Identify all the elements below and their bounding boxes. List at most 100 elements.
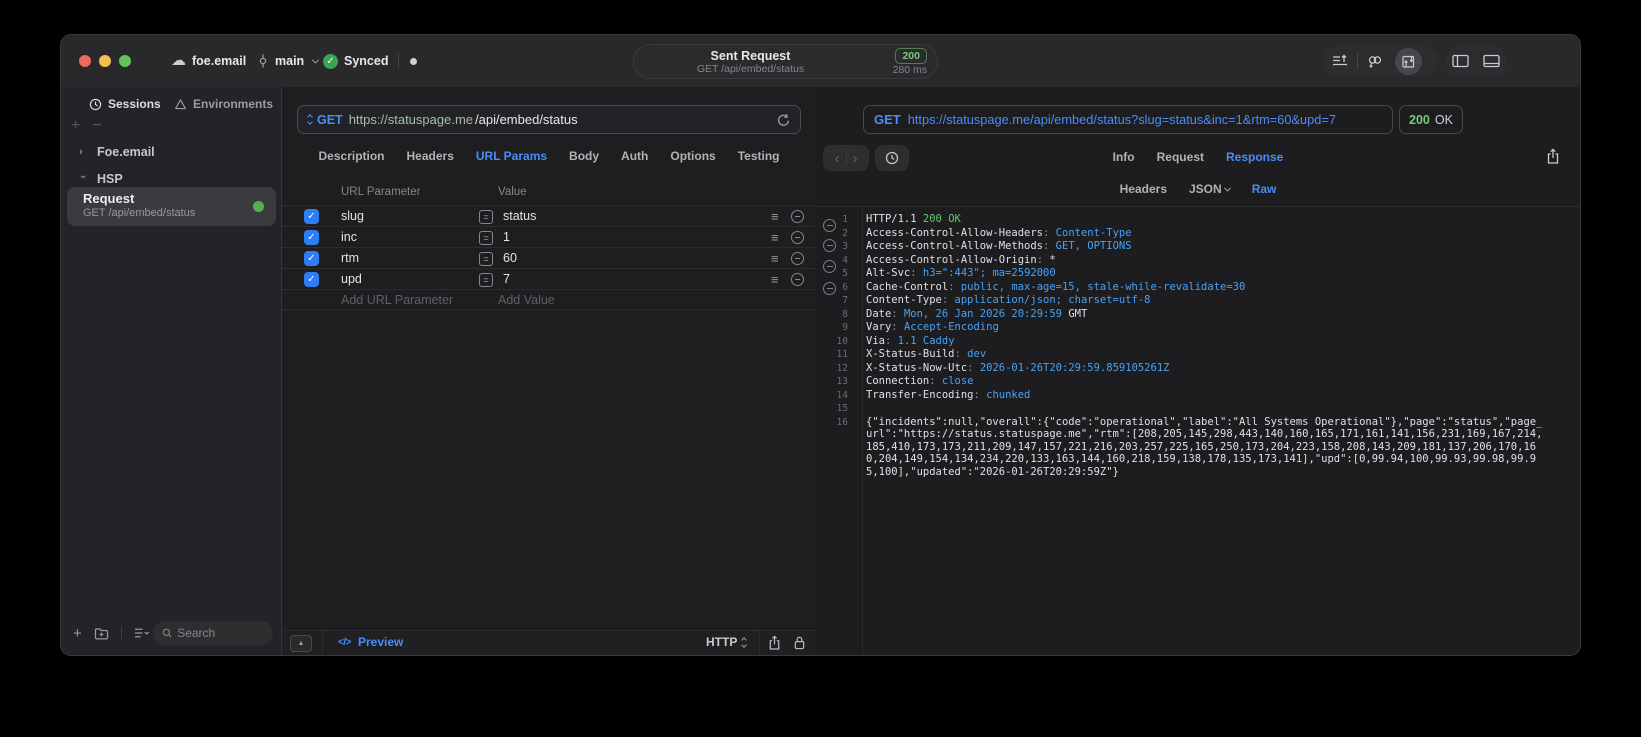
reorder-handle-icon[interactable]: ≡ (771, 269, 779, 290)
response-url-bar[interactable]: GET https://statuspage.me/api/embed/stat… (863, 105, 1393, 134)
param-value-input[interactable]: 1 (503, 230, 510, 244)
fold-toggle-icon[interactable] (823, 260, 836, 273)
param-name-input[interactable]: rtm (341, 251, 359, 265)
code-line: 2 Access-Control-Allow-Headers: Content-T… (816, 227, 1580, 241)
remove-param-button[interactable] (791, 206, 804, 227)
line-text: Access-Control-Allow-Methods: GET, OPTIO… (856, 240, 1580, 254)
request-list-order-button[interactable] (1323, 46, 1357, 76)
param-enabled-checkbox[interactable]: ✓ (304, 230, 319, 245)
tab-label: Body (569, 149, 600, 163)
tab-body[interactable]: Body (569, 149, 599, 163)
tab-request[interactable]: Request (1157, 150, 1204, 164)
line-text: Via: 1.1 Caddy (856, 335, 1580, 349)
remove-param-button[interactable] (791, 269, 804, 290)
tab-description[interactable]: Description (319, 149, 385, 163)
tab-url-params[interactable]: URL Params (476, 149, 547, 163)
lock-icon[interactable] (793, 635, 806, 651)
zoom-window-button[interactable] (119, 55, 131, 67)
preview-label: Preview (357, 635, 404, 649)
tab-headers[interactable]: Headers (407, 149, 454, 163)
branch-selector[interactable]: main (257, 35, 320, 87)
reorder-handle-icon[interactable]: ≡ (771, 248, 779, 269)
tab-label: JSON (1189, 182, 1222, 196)
line-text: HTTP/1.1 200 OK (856, 213, 1580, 227)
toggle-sidebar-button[interactable] (1445, 46, 1476, 76)
sidebar-group-foe-email[interactable]: › Foe.email (79, 145, 155, 159)
reorder-handle-icon[interactable]: ≡ (771, 227, 779, 248)
code-token: Connection (866, 375, 930, 387)
close-window-button[interactable] (79, 55, 91, 67)
param-enabled-checkbox[interactable]: ✓ (304, 209, 319, 224)
tab-testing[interactable]: Testing (738, 149, 780, 163)
sidebar-search[interactable] (153, 621, 273, 645)
fold-toggle-icon[interactable] (823, 282, 836, 295)
tab-label: Auth (621, 149, 649, 163)
tab-label: Info (1112, 150, 1135, 164)
param-row: ✓ slug = status ≡ (282, 205, 816, 226)
add-value-placeholder[interactable]: Add Value (498, 293, 555, 307)
add-param-placeholder[interactable]: Add URL Parameter (341, 293, 453, 307)
param-value-input[interactable]: status (503, 209, 536, 223)
remove-session-button[interactable]: − (92, 117, 101, 135)
tab-json[interactable]: JSON (1189, 182, 1231, 196)
code-token: Vary (866, 321, 892, 333)
param-name-input[interactable]: upd (341, 272, 362, 286)
line-text: X-Status-Now-Utc: 2026-01-26T20:29:59.85… (856, 362, 1580, 376)
share-request-button[interactable] (768, 635, 781, 651)
tab-label: URL Params (475, 149, 548, 163)
expand-console-button[interactable]: ▲ (290, 635, 312, 652)
param-value-input[interactable]: 60 (503, 251, 517, 265)
sent-request-title: Sent Request (710, 48, 791, 63)
request-method[interactable]: GET (317, 113, 343, 127)
search-input[interactable] (177, 626, 264, 640)
tab-headers[interactable]: Headers (1120, 182, 1167, 196)
branch-icon (257, 54, 269, 68)
tab-response[interactable]: Response (1226, 150, 1283, 164)
param-name-input[interactable]: slug (341, 209, 364, 223)
send-receive-button[interactable] (1395, 47, 1422, 75)
param-row: ✓ inc = 1 ≡ (282, 226, 816, 247)
tab-options[interactable]: Options (670, 149, 715, 163)
fold-toggle-icon[interactable] (823, 219, 836, 232)
param-enabled-checkbox[interactable]: ✓ (304, 272, 319, 287)
add-session-button[interactable]: + (71, 117, 80, 135)
pull-changes-button[interactable] (1358, 46, 1392, 76)
code-line: 11 X-Status-Build: dev (816, 348, 1580, 362)
toggle-bottom-panel-button[interactable] (1476, 46, 1507, 76)
response-code[interactable]: 1 HTTP/1.1 200 OK 2 Access-Control-Allow-He… (816, 207, 1580, 655)
line-number: 11 (836, 349, 848, 360)
tab-environments[interactable]: Environments (174, 97, 273, 111)
param-name-input[interactable]: inc (341, 230, 357, 244)
tab-auth[interactable]: Auth (621, 149, 648, 163)
sidebar-item-request[interactable]: Request GET /api/embed/status (67, 187, 276, 226)
sort-filter-button[interactable] (134, 627, 150, 639)
minimize-window-button[interactable] (99, 55, 111, 67)
tab-label: Raw (1251, 182, 1277, 196)
code-line: 16 {"incidents":null,"overall":{"code":"o… (816, 416, 1580, 479)
remove-param-button[interactable] (791, 248, 804, 269)
request-editor: GET https://statuspage.me /api/embed/sta… (282, 87, 816, 655)
sidebar-group-hsp[interactable]: › HSP (77, 172, 123, 186)
new-request-button[interactable]: + (73, 625, 82, 642)
preview-button[interactable]: </> Preview (338, 635, 403, 649)
reorder-handle-icon[interactable]: ≡ (771, 206, 779, 227)
sent-request-pill[interactable]: Sent Request GET /api/embed/status 200 2… (633, 44, 938, 79)
param-enabled-checkbox[interactable]: ✓ (304, 251, 319, 266)
export-response-button[interactable] (1546, 148, 1560, 165)
fold-toggle-icon[interactable] (823, 239, 836, 252)
code-token: : (948, 280, 961, 293)
param-value-input[interactable]: 7 (503, 272, 510, 286)
request-url-bar[interactable]: GET https://statuspage.me /api/embed/sta… (297, 105, 801, 134)
tab-raw[interactable]: Raw (1252, 182, 1277, 196)
code-token: : (967, 361, 980, 374)
resend-request-icon[interactable] (777, 113, 790, 127)
remove-param-button[interactable] (791, 227, 804, 248)
tab-sessions[interactable]: Sessions (89, 97, 161, 111)
code-line: 7 Content-Type: application/json; charset… (816, 294, 1580, 308)
tab-info[interactable]: Info (1113, 150, 1135, 164)
new-folder-button[interactable] (94, 627, 109, 640)
code-line: 12 X-Status-Now-Utc: 2026-01-26T20:29:59.… (816, 362, 1580, 376)
protocol-selector[interactable]: HTTP (706, 635, 748, 649)
line-number: 8 (842, 308, 848, 320)
project-menu[interactable]: ☁ foe.email (171, 35, 246, 87)
